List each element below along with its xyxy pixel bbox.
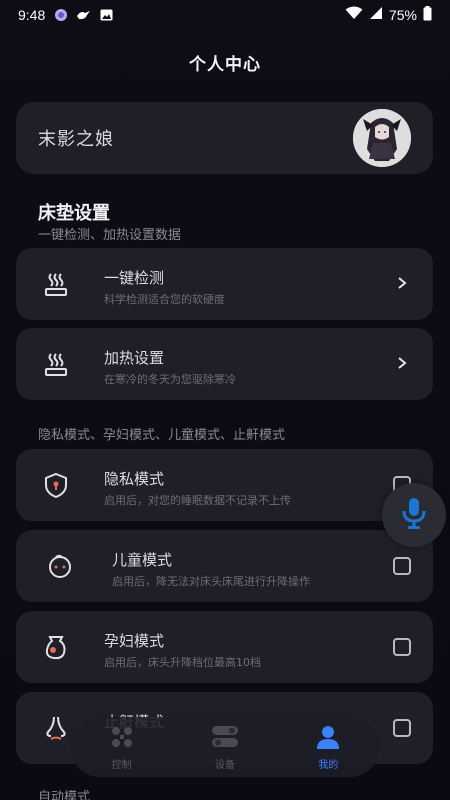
pregnant-icon bbox=[42, 633, 70, 661]
app-icon bbox=[53, 9, 68, 21]
chevron-right-icon bbox=[395, 355, 409, 371]
card-desc: 启用后，床头升降档位最高10档 bbox=[104, 656, 261, 669]
modes-section-subtitle: 隐私模式、孕妇模式、儿童模式、止鼾模式 bbox=[38, 428, 286, 443]
avatar[interactable] bbox=[353, 109, 411, 167]
card-desc: 在寒冷的冬天为您驱除寒冷 bbox=[104, 373, 236, 386]
shield-lock-icon bbox=[42, 471, 70, 499]
user-icon bbox=[315, 724, 341, 754]
grid-icon bbox=[109, 724, 135, 754]
auto-mode-title: 自动模式 bbox=[38, 790, 91, 800]
card-heating-settings[interactable]: 加热设置 在寒冷的冬天为您驱除寒冷 bbox=[16, 328, 433, 400]
heat-waves-icon bbox=[42, 270, 70, 298]
bottom-navigation: 控制 设备 我的 bbox=[70, 717, 380, 777]
nav-item-control[interactable]: 控制 bbox=[87, 724, 157, 771]
card-one-click-detect[interactable]: 一键检测 科学检测适合您的软硬度 bbox=[16, 248, 433, 320]
nav-label: 设备 bbox=[214, 759, 235, 771]
image-icon bbox=[99, 9, 114, 21]
screen: 9:48 75% 个人中心 末影之娘 床垫设置 一键检测、加热设置数据 一键检测… bbox=[0, 0, 450, 800]
status-time: 9:48 bbox=[18, 7, 46, 23]
devices-icon bbox=[211, 724, 239, 754]
signal-icon bbox=[369, 6, 383, 24]
card-child-mode[interactable]: 儿童模式 启用后，降无法对床头床尾进行升降操作 bbox=[16, 530, 433, 602]
bird-icon bbox=[76, 9, 91, 21]
card-label: 孕妇模式 bbox=[104, 632, 165, 650]
voice-assistant-button[interactable] bbox=[382, 483, 446, 547]
mattress-section-title: 床垫设置 bbox=[38, 203, 110, 224]
nav-item-mine[interactable]: 我的 bbox=[293, 724, 363, 771]
profile-card[interactable]: 末影之娘 bbox=[16, 102, 433, 174]
chevron-right-icon bbox=[395, 275, 409, 291]
status-bar: 9:48 75% bbox=[0, 0, 450, 30]
child-face-icon bbox=[46, 552, 74, 580]
card-desc: 启用后，降无法对床头床尾进行升降操作 bbox=[112, 575, 310, 588]
pregnant-mode-checkbox[interactable] bbox=[393, 638, 411, 656]
profile-name: 末影之娘 bbox=[38, 129, 114, 150]
nav-item-devices[interactable]: 设备 bbox=[190, 724, 260, 771]
battery-text: 75% bbox=[388, 7, 417, 23]
wifi-icon bbox=[345, 6, 363, 24]
battery-icon bbox=[423, 5, 432, 25]
child-mode-checkbox[interactable] bbox=[393, 557, 411, 575]
card-pregnant-mode[interactable]: 孕妇模式 启用后，床头升降档位最高10档 bbox=[16, 611, 433, 683]
card-desc: 科学检测适合您的软硬度 bbox=[104, 293, 225, 306]
nose-icon bbox=[42, 714, 70, 742]
card-label: 儿童模式 bbox=[112, 551, 173, 569]
heat-waves-icon bbox=[42, 350, 70, 378]
card-label: 加热设置 bbox=[104, 349, 165, 367]
status-right: 75% bbox=[345, 5, 432, 25]
nav-label: 我的 bbox=[318, 759, 339, 771]
card-label: 隐私模式 bbox=[104, 470, 165, 488]
mattress-section-subtitle: 一键检测、加热设置数据 bbox=[38, 228, 182, 243]
card-privacy-mode[interactable]: 隐私模式 启用后，对您的睡眠数据不记录不上传 bbox=[16, 449, 433, 521]
card-label: 一键检测 bbox=[104, 269, 165, 287]
status-left: 9:48 bbox=[18, 7, 114, 23]
microphone-icon bbox=[399, 496, 429, 534]
page-title: 个人中心 bbox=[189, 55, 261, 75]
nav-label: 控制 bbox=[111, 759, 132, 771]
card-desc: 启用后，对您的睡眠数据不记录不上传 bbox=[104, 494, 291, 507]
snore-mode-checkbox[interactable] bbox=[393, 719, 411, 737]
